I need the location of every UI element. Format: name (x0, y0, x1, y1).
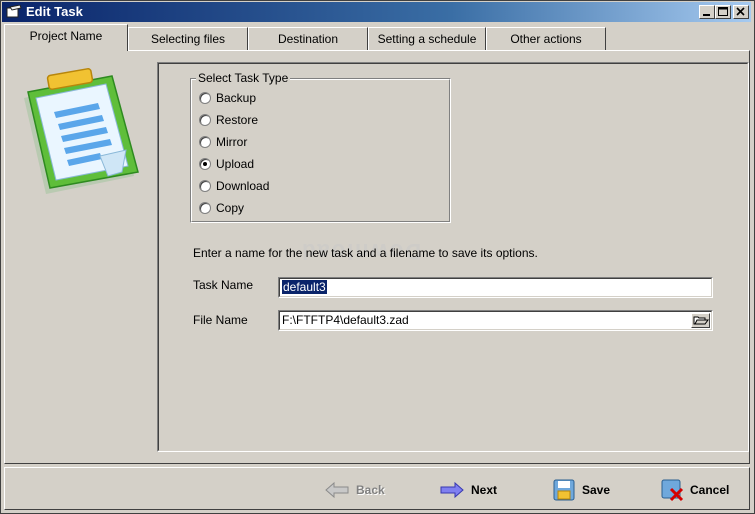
file-name-label: File Name (193, 313, 248, 327)
radio-restore[interactable]: Restore (199, 112, 258, 128)
radio-button-selected[interactable] (199, 158, 211, 170)
radio-button[interactable] (199, 92, 211, 104)
arrow-right-icon (440, 481, 464, 499)
radio-label: Copy (216, 201, 245, 215)
tab-label: Selecting files (150, 32, 226, 46)
back-button[interactable]: Back (324, 476, 385, 504)
cancel-icon (661, 479, 684, 502)
radio-button[interactable] (199, 180, 211, 192)
task-type-legend: Select Task Type (196, 71, 291, 85)
cancel-label: Cancel (690, 483, 730, 497)
close-icon (736, 7, 745, 16)
tab-project-name[interactable]: Project Name (4, 24, 128, 51)
task-name-value: default3 (282, 280, 327, 294)
file-name-input[interactable]: F:\FTFTP4\default3.zad (278, 310, 713, 331)
radio-upload[interactable]: Upload (199, 156, 254, 172)
arrow-left-icon (325, 481, 349, 499)
next-button[interactable]: Next (439, 476, 497, 504)
maximize-icon (718, 7, 728, 16)
radio-label: Mirror (216, 135, 248, 149)
tab-strip: Project Name Selecting files Destination… (4, 24, 750, 51)
tab-label: Destination (277, 32, 339, 46)
radio-label: Restore (216, 113, 259, 127)
radio-mirror[interactable]: Mirror (199, 134, 247, 150)
radio-button[interactable] (199, 202, 211, 214)
tab-label: Setting a schedule (377, 32, 477, 46)
window-title: Edit Task (26, 4, 83, 19)
tab-setting-a-schedule[interactable]: Setting a schedule (368, 27, 486, 50)
radio-label: Backup (216, 91, 257, 105)
clipboard-icon (24, 68, 139, 194)
file-name-value: F:\FTFTP4\default3.zad (282, 313, 409, 327)
save-disk-icon (553, 479, 575, 501)
radio-download[interactable]: Download (199, 178, 269, 194)
radio-button[interactable] (199, 114, 211, 126)
browse-button[interactable] (691, 313, 710, 328)
instructions-text: Enter a name for the new task and a file… (193, 246, 538, 260)
back-label: Back (356, 483, 385, 497)
radio-button[interactable] (199, 136, 211, 148)
cancel-button[interactable]: Cancel (660, 476, 729, 504)
task-name-input[interactable]: default3 (278, 277, 713, 298)
tab-destination[interactable]: Destination (248, 27, 368, 50)
maximize-button[interactable] (715, 5, 731, 19)
next-label: Next (471, 483, 498, 497)
save-label: Save (582, 483, 611, 497)
radio-label: Upload (216, 157, 255, 171)
tab-label: Other actions (510, 32, 582, 46)
save-button[interactable]: Save (552, 476, 610, 504)
minimize-button[interactable] (699, 5, 715, 19)
radio-backup[interactable]: Backup (199, 90, 256, 106)
close-button[interactable] (733, 5, 749, 19)
tab-selecting-files[interactable]: Selecting files (128, 27, 248, 50)
app-icon (6, 5, 22, 18)
title-bar[interactable]: Edit Task (2, 2, 751, 22)
tab-label: Project Name (29, 29, 103, 43)
folder-open-icon (693, 316, 709, 325)
radio-copy[interactable]: Copy (199, 200, 244, 216)
radio-label: Download (216, 179, 270, 193)
task-name-label: Task Name (193, 278, 254, 292)
minimize-icon (703, 14, 710, 16)
tab-other-actions[interactable]: Other actions (486, 27, 606, 50)
